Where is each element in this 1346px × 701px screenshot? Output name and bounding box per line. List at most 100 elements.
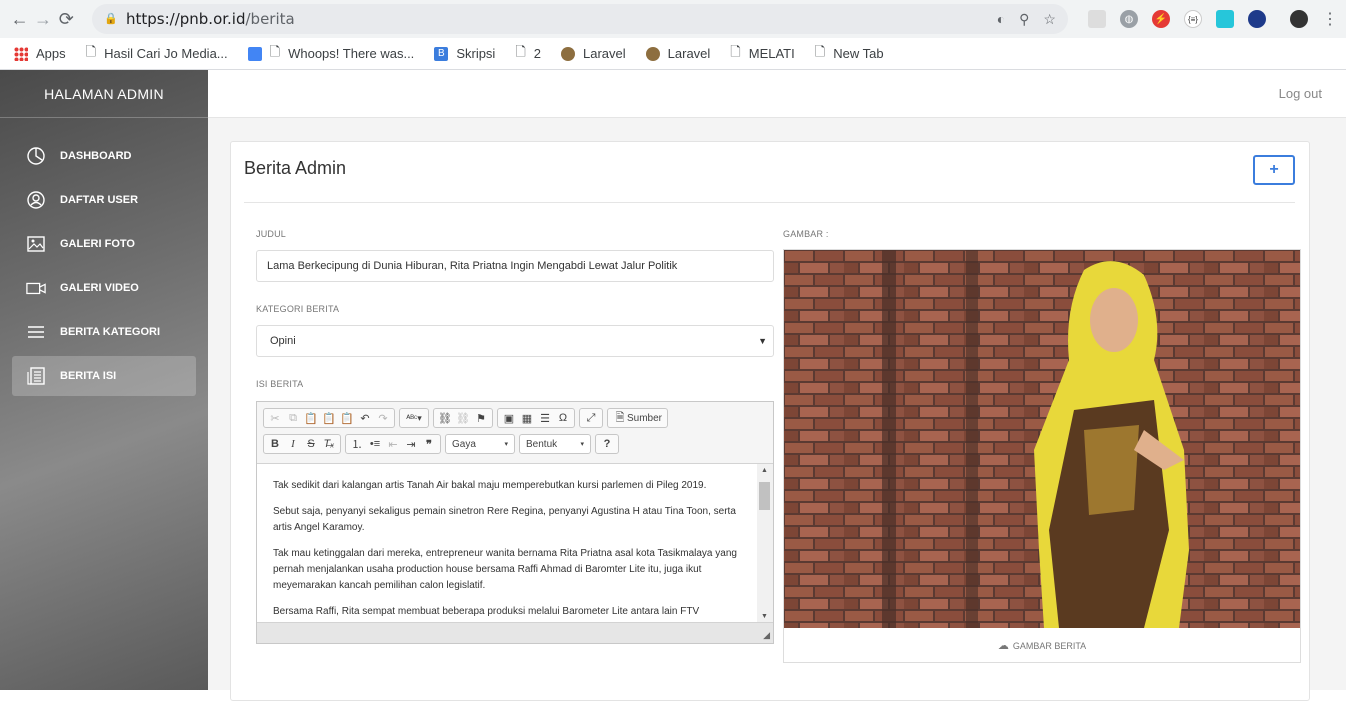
bulleted-list-icon[interactable]: •≡ — [366, 435, 384, 453]
spell-group: ᴬᴮᶜ▾ — [399, 408, 429, 428]
anchor-flag-icon[interactable]: ⚑ — [472, 409, 490, 427]
bookmark-5[interactable]: Laravel — [561, 46, 626, 61]
bookmark-label: New Tab — [833, 46, 884, 61]
video-icon — [26, 278, 46, 298]
table-icon[interactable]: ▦ — [518, 409, 536, 427]
sidebar-item-daftar-user[interactable]: DAFTAR USER — [12, 180, 196, 220]
zoom-icon[interactable]: ⚲ — [1019, 11, 1029, 28]
bookmark-3[interactable]: B Skripsi — [434, 46, 495, 61]
content-paragraph: Sebut saja, penyanyi sekaligus pemain si… — [273, 506, 736, 533]
profile-avatar-icon[interactable] — [1289, 10, 1308, 28]
star-icon[interactable]: ☆ — [1043, 11, 1056, 28]
resize-handle-icon[interactable]: ◢ — [763, 630, 770, 641]
content-paragraph: Tak sedikit dari kalangan artis Tanah Ai… — [273, 480, 707, 491]
paste-word-icon[interactable]: 📋 — [338, 409, 356, 427]
help-icon[interactable]: ? — [598, 435, 616, 453]
italic-icon[interactable]: I — [284, 435, 302, 453]
image-insert-icon[interactable]: ▣ — [500, 409, 518, 427]
user-icon — [26, 190, 46, 210]
bookmark-apps[interactable]: Apps — [14, 46, 66, 61]
cut-icon[interactable]: ✂ — [266, 409, 284, 427]
judul-input[interactable]: Lama Berkecipung di Dunia Hiburan, Rita … — [256, 250, 774, 282]
add-button[interactable]: + — [1253, 155, 1295, 185]
style-dropdown[interactable]: Gaya ▾ — [445, 434, 515, 454]
isi-label: ISI BERITA — [256, 379, 304, 389]
bookmark-1[interactable]: 🗋 Hasil Cari Jo Media... — [86, 43, 228, 65]
scroll-up-icon[interactable]: ▲ — [761, 467, 768, 474]
sidebar-item-berita-kategori[interactable]: BERITA KATEGORI — [12, 312, 196, 352]
site-settings-icon[interactable]: ◐ — [997, 11, 1005, 28]
sidebar-item-label: GALERI VIDEO — [60, 282, 139, 294]
copy-icon[interactable]: ⧉ — [284, 409, 302, 427]
dropdown-arrow-icon: ▾ — [504, 441, 508, 448]
sidebar-item-galeri-video[interactable]: GALERI VIDEO — [12, 268, 196, 308]
lock-icon: 🔒 — [103, 13, 118, 25]
bookmark-2[interactable]: 🗋 Whoops! There was... — [247, 43, 414, 65]
page-title: Berita Admin — [244, 158, 347, 178]
image-caption[interactable]: ☁ GAMBAR BERITA — [784, 628, 1300, 663]
address-bar[interactable]: 🔒 https://pnb.or.id/berita ◐ ⚲ ☆ — [91, 4, 1068, 34]
scroll-down-icon[interactable]: ▼ — [761, 613, 768, 620]
list-icon — [26, 322, 46, 342]
menu-kebab-icon[interactable]: ⋮ — [1322, 9, 1338, 29]
browser-toolbar: ← → ⟳ 🔒 https://pnb.or.id/berita ◐ ⚲ ☆ ◍… — [0, 0, 1346, 38]
bookmark-label: Apps — [36, 46, 66, 61]
paste-icon[interactable]: 📋 — [302, 409, 320, 427]
logout-link[interactable]: Log out — [1279, 86, 1322, 101]
kategori-value: Opini — [270, 335, 296, 347]
globe-icon[interactable]: ◍ — [1119, 10, 1138, 28]
remove-format-icon[interactable]: T̶ₓ — [320, 435, 338, 453]
blue-extension-icon[interactable] — [1247, 10, 1266, 28]
back-icon[interactable]: ← — [8, 4, 31, 34]
bookmark-4[interactable]: 🗋 2 — [515, 43, 541, 65]
special-char-icon[interactable]: Ω — [554, 409, 572, 427]
editor-scrollbar[interactable]: ▲ ▼ — [757, 463, 773, 623]
kategori-label: KATEGORI BERITA — [256, 304, 340, 314]
bookmark-6[interactable]: Laravel — [645, 46, 710, 61]
strike-icon[interactable]: S — [302, 435, 320, 453]
sidebar-item-label: DAFTAR USER — [60, 194, 139, 206]
page-icon: 🗋 — [269, 43, 281, 59]
sidebar-item-berita-isi[interactable]: BERITA ISI — [12, 356, 196, 396]
format-dropdown[interactable]: Bentuk ▾ — [519, 434, 591, 454]
horizontal-rule-icon[interactable]: ☰ — [536, 409, 554, 427]
judul-label: JUDUL — [256, 229, 287, 239]
extension-grid-icon[interactable] — [1087, 10, 1106, 28]
bookmark-8[interactable]: 🗋 New Tab — [815, 43, 884, 65]
clipboard-group: ✂ ⧉ 📋 📋 📋 ↶ ↷ — [263, 408, 395, 428]
power-extension-icon[interactable]: ⚡ — [1151, 10, 1170, 28]
source-button[interactable]: Sumber — [627, 413, 662, 424]
sidebar-item-galeri-foto[interactable]: GALERI FOTO — [12, 224, 196, 264]
blockquote-icon[interactable]: ❞ — [420, 435, 438, 453]
teal-extension-icon[interactable] — [1215, 10, 1234, 28]
kategori-select[interactable]: Opini ▼ — [256, 325, 774, 357]
forward-icon[interactable]: → — [31, 4, 54, 34]
sidebar-item-label: GALERI FOTO — [60, 238, 135, 250]
sidebar-item-label: DASHBOARD — [60, 150, 132, 162]
link-icon[interactable]: ⛓ — [436, 409, 454, 427]
paste-text-icon[interactable]: 📋 — [320, 409, 338, 427]
bookmark-7[interactable]: 🗋 MELATI — [730, 43, 794, 65]
numbered-list-icon[interactable]: ⒈ — [348, 435, 366, 453]
style-value: Gaya — [452, 438, 476, 450]
source-icon: 🗎 — [615, 411, 625, 424]
redo-icon[interactable]: ↷ — [374, 409, 392, 427]
gambar-label: GAMBAR : — [783, 229, 829, 239]
maximize-icon[interactable]: ⤢ — [582, 409, 600, 427]
dashboard-icon — [26, 146, 46, 166]
editor-content[interactable]: Tak sedikit dari kalangan artis Tanah Ai… — [257, 463, 757, 623]
spellcheck-icon[interactable]: ᴬᴮᶜ▾ — [402, 409, 426, 427]
bookmarks-bar: Apps 🗋 Hasil Cari Jo Media... 🗋 Whoops! Th… — [0, 38, 1346, 70]
indent-icon[interactable]: ⇥ — [402, 435, 420, 453]
bold-icon[interactable]: B — [266, 435, 284, 453]
reload-icon[interactable]: ⟳ — [55, 4, 78, 34]
unlink-icon[interactable]: ⛓ — [454, 409, 472, 427]
image-preview-box: ☁ GAMBAR BERITA — [783, 249, 1301, 663]
scroll-thumb[interactable] — [759, 482, 770, 510]
dropdown-arrow-icon: ▾ — [580, 441, 584, 448]
bookmark-label: Hasil Cari Jo Media... — [104, 46, 228, 61]
undo-icon[interactable]: ↶ — [356, 409, 374, 427]
outdent-icon[interactable]: ⇤ — [384, 435, 402, 453]
sidebar-item-dashboard[interactable]: DASHBOARD — [12, 136, 196, 176]
json-extension-icon[interactable]: {≡} — [1183, 10, 1202, 28]
